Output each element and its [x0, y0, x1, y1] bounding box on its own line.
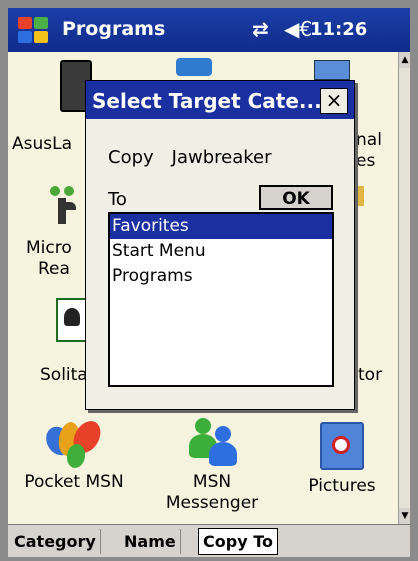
close-icon[interactable]: × — [320, 88, 348, 114]
pocket-msn-label: Pocket MSN — [24, 472, 124, 492]
copy-label: Copy — [108, 147, 154, 168]
copy-row: Copy Jawbreaker — [108, 147, 272, 168]
list-item[interactable]: Start Menu — [110, 239, 332, 264]
calculator-app-label[interactable]: tor — [358, 365, 382, 385]
select-target-dialog: Select Target Cate... × Copy Jawbreaker T… — [85, 80, 355, 410]
dialog-title-bar: Select Target Cate... × — [86, 81, 354, 119]
list-item[interactable]: Favorites — [110, 214, 332, 239]
scroll-down-arrow-icon[interactable]: ▼ — [399, 508, 410, 524]
msn-messenger-label-line1: MSN — [192, 472, 232, 492]
reader-app-label-line2[interactable]: Rea — [38, 259, 70, 279]
clock[interactable]: 11:26 — [310, 19, 367, 40]
category-listbox[interactable]: Favorites Start Menu Programs — [108, 212, 334, 387]
pocket-msn-app[interactable]: Pocket MSN — [16, 416, 132, 493]
asus-app-label[interactable]: AsusLa — [12, 134, 72, 154]
right-app-label-line2[interactable]: es — [356, 151, 375, 171]
reader-app-label-line1[interactable]: Micro — [26, 238, 72, 258]
reader-app-icon[interactable] — [50, 186, 78, 226]
right-app-label-line1[interactable]: nal — [356, 130, 382, 150]
pictures-icon — [320, 422, 364, 470]
start-menu-icon[interactable] — [14, 14, 52, 46]
pictures-label: Pictures — [308, 476, 376, 496]
name-menu[interactable]: Name — [120, 529, 181, 554]
msn-messenger-app[interactable]: MSN Messenger — [154, 416, 270, 514]
hidden-app-icon-right-2[interactable] — [354, 186, 364, 206]
item-name: Jawbreaker — [171, 147, 272, 168]
dialog-title: Select Target Cate... — [92, 89, 322, 113]
app-title: Programs — [62, 18, 166, 40]
hidden-app-icon[interactable] — [176, 58, 212, 76]
vertical-scrollbar[interactable]: ▲ ▼ — [398, 52, 410, 524]
scroll-up-arrow-icon[interactable]: ▲ — [399, 52, 410, 68]
list-item[interactable]: Programs — [110, 264, 332, 289]
category-menu[interactable]: Category — [10, 529, 101, 554]
pictures-app[interactable]: Pictures — [292, 416, 392, 497]
menu-bar: Category Name Copy To — [8, 524, 410, 557]
to-label: To — [108, 189, 127, 210]
messenger-people-icon — [181, 416, 243, 472]
ok-button[interactable]: OK — [259, 185, 333, 210]
connectivity-icon[interactable]: ⇄ — [252, 17, 269, 41]
msn-messenger-label-line2: Messenger — [165, 493, 259, 513]
title-bar: Programs ⇄ ◀€ 11:26 — [8, 8, 410, 52]
solitaire-app-label[interactable]: Solita — [40, 365, 88, 385]
hidden-app-icon-right[interactable] — [314, 60, 350, 80]
device-screen: Programs ⇄ ◀€ 11:26 AsusLa nal es Micro … — [8, 8, 410, 557]
volume-icon[interactable]: ◀€ — [284, 17, 312, 41]
msn-butterfly-icon — [41, 416, 106, 472]
copy-to-menu[interactable]: Copy To — [198, 528, 278, 555]
